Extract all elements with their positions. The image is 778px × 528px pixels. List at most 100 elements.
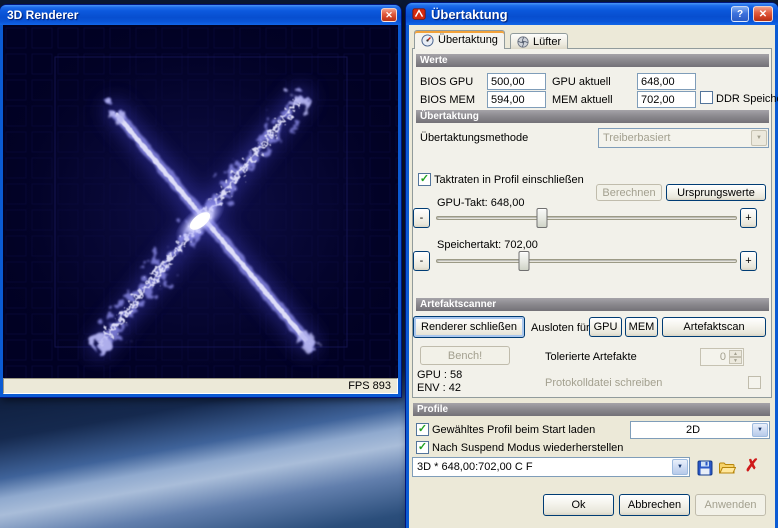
mem-slider-plus-button[interactable]: + (740, 251, 757, 271)
profil-start-checkbox[interactable]: ✓ (416, 423, 429, 436)
gpu-slider-track[interactable] (436, 208, 737, 228)
bios-mem-field[interactable] (487, 91, 546, 108)
ddr-speicher-label: DDR Speicher (716, 93, 778, 105)
taktraten-checkbox[interactable]: ✓ (418, 173, 431, 186)
tab-luefter[interactable]: Lüfter (510, 33, 569, 49)
render-canvas (3, 25, 398, 378)
mem-slider-thumb[interactable] (518, 251, 530, 271)
floppy-disk-icon (697, 460, 713, 476)
folder-open-icon (719, 462, 737, 474)
spin-up-icon: ▲ (733, 350, 738, 357)
renderer-statusbar: FPS 893 (3, 378, 398, 394)
bios-gpu-label: BIOS GPU (420, 76, 474, 88)
spin-down-button[interactable]: ▼ (729, 357, 742, 364)
suspend-checkbox[interactable]: ✓ (416, 441, 429, 454)
chevron-down-icon: ▼ (752, 423, 768, 437)
section-header-artefaktscanner: Artefaktscanner (416, 298, 769, 311)
dialog-body: Übertaktung Lüfter Werte BIOS GPU GPU ak… (409, 25, 778, 528)
tolerated-value: 0 (719, 351, 726, 363)
close-icon: ✕ (758, 8, 768, 20)
bios-mem-label: BIOS MEM (420, 94, 476, 106)
env-temp-stat: ENV : 42 (417, 382, 462, 394)
dialog-close-button[interactable]: ✕ (753, 6, 773, 22)
ddr-speicher-checkbox[interactable] (700, 91, 713, 104)
gpu-aktuell-label: GPU aktuell (552, 76, 611, 88)
mem-aktuell-label: MEM aktuell (552, 94, 613, 106)
gpu-slider-minus-button[interactable]: - (413, 208, 430, 228)
speichertakt-label: Speichertakt: 702,00 (437, 239, 538, 251)
protokoll-checkbox[interactable] (748, 376, 761, 389)
ausloten-mem-button[interactable]: MEM (625, 317, 658, 337)
chevron-down-icon: ▼ (672, 459, 688, 475)
tolerated-spinner[interactable]: 0 ▲ ▼ (700, 348, 744, 366)
check-icon: ✓ (417, 441, 428, 453)
renderer-window: 3D Renderer ✕ FPS 893 (0, 5, 401, 397)
gpu-slider-thumb[interactable] (536, 208, 548, 228)
bios-gpu-field[interactable] (487, 73, 546, 90)
section-header-profile: Profile (413, 403, 770, 416)
protokoll-label: Protokolldatei schreiben (545, 377, 663, 389)
check-icon: ✓ (419, 173, 430, 185)
app-icon (412, 8, 426, 20)
minus-icon: - (419, 255, 424, 267)
ausloten-gpu-button[interactable]: GPU (589, 317, 622, 337)
fps-label: FPS 893 (348, 380, 391, 392)
ausloten-label: Ausloten für (531, 322, 590, 334)
tab-uebertaktung[interactable]: Übertaktung (414, 30, 505, 49)
ursprungswerte-button[interactable]: Ursprungswerte (666, 184, 766, 201)
artefaktscan-button[interactable]: Artefaktscan (662, 317, 766, 337)
gpu-temp-stat: GPU : 58 (417, 369, 463, 381)
methode-label: Übertaktungsmethode (420, 132, 529, 144)
save-profile-button[interactable] (696, 459, 714, 477)
tab-luefter-label: Lüfter (533, 35, 562, 48)
anwenden-button[interactable]: Anwenden (695, 494, 766, 516)
ok-button[interactable]: Ok (543, 494, 614, 516)
help-icon: ? (736, 8, 744, 20)
gpu-takt-label: GPU-Takt: 648,00 (437, 197, 525, 209)
spin-up-button[interactable]: ▲ (729, 350, 742, 357)
help-button[interactable]: ? (731, 6, 749, 22)
gpu-aktuell-field[interactable] (637, 73, 696, 90)
section-header-werte: Werte (416, 54, 769, 67)
renderer-schliessen-button[interactable]: Renderer schließen (413, 316, 525, 338)
renderer-window-title: 3D Renderer (7, 8, 79, 22)
bench-button[interactable]: Bench! (420, 346, 510, 365)
mem-slider-minus-button[interactable]: - (413, 251, 430, 271)
overclock-dialog: Übertaktung ? ✕ Übertaktung Lüfter Werte… (406, 3, 778, 528)
suspend-label: Nach Suspend Modus wiederherstellen (432, 442, 624, 454)
profil-start-label: Gewähltes Profil beim Start laden (432, 424, 596, 436)
methode-combobox[interactable]: Treiberbasiert ▼ (598, 128, 769, 148)
profil-value: 3D * 648,00:702,00 C F (417, 461, 533, 473)
gpu-slider-plus-button[interactable]: + (740, 208, 757, 228)
desktop: 3D Renderer ✕ FPS 893 Übertaktung ? ✕ Üb… (0, 0, 778, 528)
berechnen-button[interactable]: Berechnen (596, 184, 662, 201)
plus-icon: + (745, 255, 752, 267)
methode-value: Treiberbasiert (603, 132, 671, 144)
fan-icon (517, 35, 529, 48)
overclock-tab-icon (421, 33, 434, 47)
fuzzy-artifact-render (3, 25, 398, 378)
close-icon: ✕ (385, 9, 393, 20)
renderer-close-button[interactable]: ✕ (381, 8, 397, 22)
load-profile-button[interactable] (718, 459, 737, 477)
minus-icon: - (419, 212, 424, 224)
mem-aktuell-field[interactable] (637, 91, 696, 108)
dialog-titlebar[interactable]: Übertaktung ? ✕ (406, 3, 778, 25)
profil-combobox[interactable]: 3D * 648,00:702,00 C F ▼ (412, 457, 690, 477)
plus-icon: + (745, 212, 752, 224)
check-icon: ✓ (417, 423, 428, 435)
dialog-title: Übertaktung (431, 6, 508, 22)
tolerierte-artefakte-label: Tolerierte Artefakte (545, 351, 637, 363)
chevron-down-icon: ▼ (751, 130, 767, 146)
spin-down-icon: ▼ (733, 357, 738, 364)
tab-uebertaktung-label: Übertaktung (438, 34, 498, 46)
abbrechen-button[interactable]: Abbrechen (619, 494, 690, 516)
taktraten-label: Taktraten in Profil einschließen (434, 174, 584, 186)
delete-profile-button[interactable]: ✗ (741, 455, 763, 477)
mem-slider-track[interactable] (436, 251, 737, 271)
delete-icon: ✗ (744, 456, 760, 475)
start-profil-combobox[interactable]: 2D ▼ (630, 421, 770, 439)
start-profil-value: 2D (685, 424, 701, 436)
renderer-titlebar[interactable]: 3D Renderer ✕ (0, 5, 401, 25)
section-header-uebertaktung: Übertaktung (416, 110, 769, 123)
